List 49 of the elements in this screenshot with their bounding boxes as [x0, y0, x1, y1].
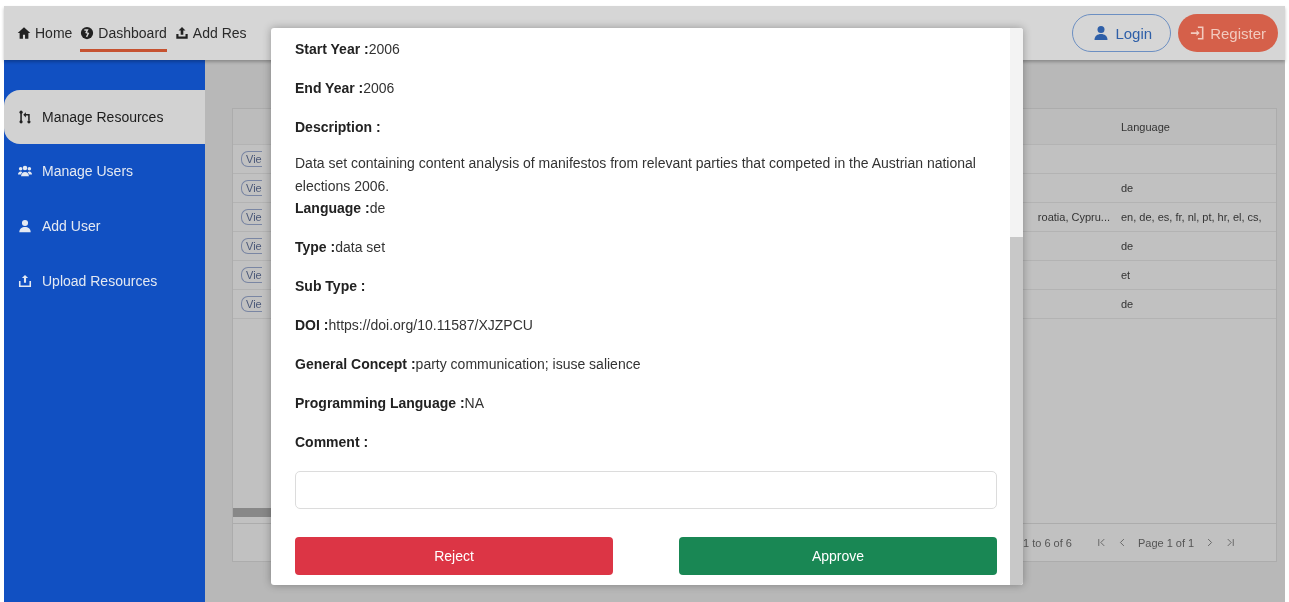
sidebar-item[interactable]: Manage Resources — [4, 90, 205, 144]
user-icon — [1093, 25, 1110, 41]
sidebar-item[interactable]: Add User — [4, 199, 205, 253]
sign-in-icon — [1190, 26, 1205, 40]
view-button[interactable]: Vie — [241, 209, 262, 225]
nav-link[interactable]: Home — [17, 17, 73, 52]
field-row: Sub Type : — [295, 278, 366, 294]
approve-button[interactable]: Approve — [679, 537, 997, 575]
users-icon — [18, 164, 32, 178]
sidebar-item[interactable]: Manage Users — [4, 144, 205, 198]
branch-icon — [18, 110, 32, 124]
field-row: Start Year :2006 — [295, 41, 400, 57]
sidebar-item[interactable]: Upload Resources — [4, 254, 205, 308]
user-icon — [18, 219, 32, 233]
scrollbar-thumb[interactable] — [1010, 237, 1023, 585]
field-row: DOI :https://doi.org/10.11587/XJZPCU — [295, 317, 533, 333]
nav-link[interactable]: Add Res — [174, 17, 247, 52]
field-row: End Year :2006 — [295, 80, 395, 96]
field-label: Comment : — [295, 434, 369, 450]
field-row: General Concept :party communication; isuse salience — [295, 356, 641, 372]
last-page-icon — [1225, 537, 1237, 548]
first-page-icon — [1095, 537, 1107, 548]
view-button[interactable]: Vie — [241, 180, 262, 196]
comment-field[interactable] — [295, 471, 997, 509]
upload-icon — [174, 26, 189, 40]
field-row: Type :data set — [295, 239, 386, 255]
view-button[interactable]: Vie — [241, 296, 262, 312]
table-cell: roatia, Cypru... — [1037, 211, 1110, 223]
page-label: Page 1 of 1 — [1137, 536, 1195, 549]
table-cell: et — [1121, 269, 1131, 281]
table-cell: de — [1121, 240, 1134, 252]
description-text: Data set containing content analysis of manifestos from relevant parties that competed in the Austrian national elections 2006. — [295, 154, 977, 196]
row-count: 1 to 6 of 6 — [1023, 536, 1072, 549]
nav-link[interactable]: Dashboard — [80, 17, 167, 52]
view-button[interactable]: Vie — [241, 151, 262, 167]
home-icon — [17, 26, 31, 40]
field-row: Programming Language :NA — [295, 395, 485, 411]
table-cell: de — [1121, 298, 1134, 310]
upload-icon — [18, 274, 32, 288]
field-row: Language :de — [295, 200, 386, 216]
scrollbar-thumb[interactable] — [233, 508, 273, 517]
view-button[interactable]: Vie — [241, 238, 262, 254]
field-label: Description : — [295, 119, 381, 135]
column-header: Language — [1120, 120, 1171, 133]
reject-button[interactable]: Reject — [295, 537, 613, 575]
register-button[interactable]: Register — [1178, 14, 1278, 52]
table-cell: en, de, es, fr, nl, pt, hr, el, cs, — [1121, 211, 1262, 223]
table-cell: de — [1121, 182, 1134, 194]
view-button[interactable]: Vie — [241, 267, 262, 283]
